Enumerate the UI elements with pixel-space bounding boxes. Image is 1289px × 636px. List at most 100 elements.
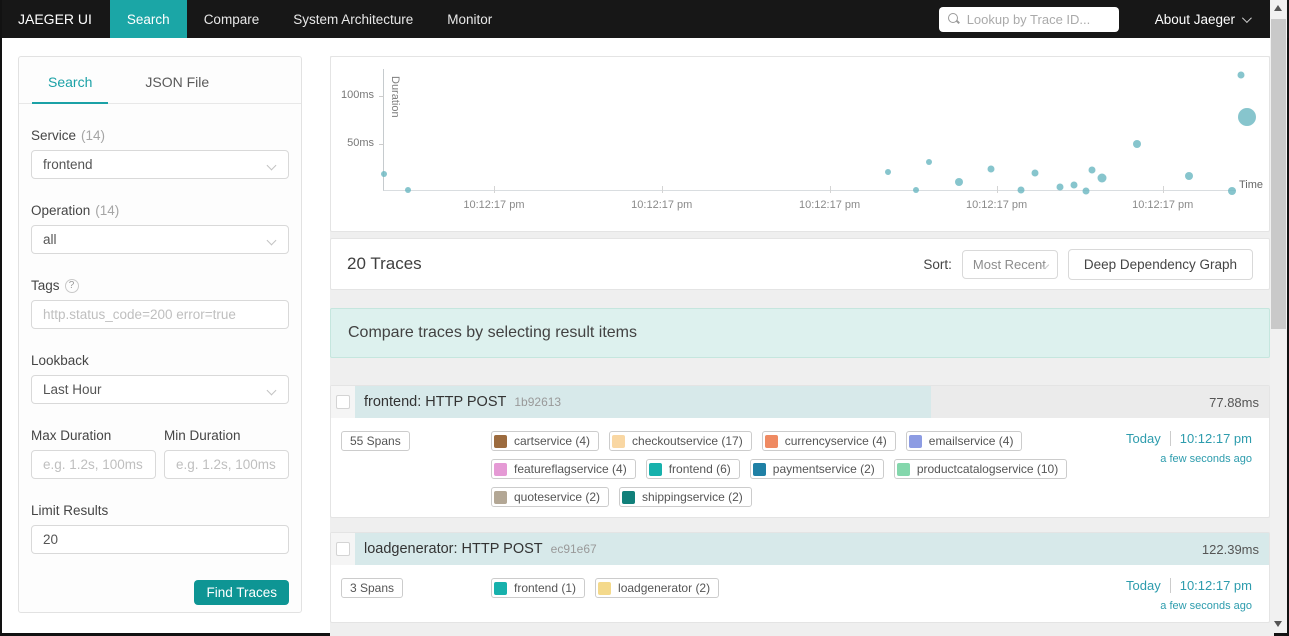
trace-data-point[interactable] — [381, 170, 387, 177]
sort-label: Sort: — [923, 256, 952, 272]
scroll-down-arrow-icon[interactable] — [1274, 621, 1282, 627]
x-tick-label: 10:12:17 pm — [966, 199, 1028, 211]
x-tick-mark — [661, 186, 663, 193]
y-tick-label: 100ms — [340, 89, 374, 101]
trace-data-point[interactable] — [1237, 71, 1245, 79]
vertical-scrollbar[interactable] — [1270, 0, 1287, 633]
deep-dependency-graph-button[interactable]: Deep Dependency Graph — [1067, 248, 1253, 280]
trace-date[interactable]: Today — [1126, 431, 1161, 446]
service-tag-pill[interactable]: loadgenerator (2) — [595, 578, 720, 598]
trace-result-item[interactable]: frontend: HTTP POST 1b92613 77.88ms 55 Span… — [330, 385, 1270, 518]
trace-data-point[interactable] — [1185, 171, 1194, 180]
service-tag-label: featureflagservice (4) — [514, 462, 627, 476]
service-tag-pill[interactable]: checkoutservice (17) — [609, 431, 752, 451]
service-select[interactable]: frontend — [31, 150, 289, 179]
service-tag-label: frontend (6) — [668, 462, 731, 476]
trace-data-point[interactable] — [987, 165, 995, 173]
traces-header-row: 20 Traces Sort: Most Recent Deep Depende… — [330, 238, 1270, 290]
scatter-plot-area: Duration Time 50ms 100ms 10:12:17 pm 10:12:… — [341, 69, 1263, 211]
trace-header[interactable]: frontend: HTTP POST 1b92613 77.88ms — [331, 386, 1269, 418]
trace-lookup-input[interactable] — [938, 6, 1119, 32]
trace-service-operation: loadgenerator: HTTP POST — [364, 541, 543, 557]
trace-data-point[interactable] — [1133, 139, 1142, 148]
service-color-swatch — [896, 462, 910, 476]
spans-column: 3 Spans — [341, 578, 491, 598]
service-tag-pill[interactable]: paymentservice (2) — [749, 459, 884, 479]
compare-banner: Compare traces by selecting result items — [330, 308, 1270, 358]
service-tag-pill[interactable]: shippingservice (2) — [619, 487, 752, 507]
trace-select-checkbox[interactable] — [336, 542, 350, 556]
service-color-swatch — [648, 462, 662, 476]
trace-data-point[interactable] — [1082, 187, 1090, 195]
tags-input[interactable] — [31, 300, 289, 329]
service-tag-pill[interactable]: cartservice (4) — [491, 431, 600, 451]
operation-select[interactable]: all — [31, 225, 289, 254]
nav-item-search[interactable]: Search — [109, 0, 187, 38]
service-tag-pill[interactable]: featureflagservice (4) — [491, 459, 636, 479]
chevron-down-icon — [266, 235, 277, 246]
trace-data-point[interactable] — [926, 158, 933, 165]
trace-date-time: Today 10:12:17 pm — [1126, 578, 1252, 593]
scroll-up-arrow-icon[interactable] — [1274, 5, 1282, 11]
trace-result-item[interactable]: loadgenerator: HTTP POST ec91e67 122.39ms 3… — [330, 532, 1270, 623]
y-tick-label: 50ms — [347, 136, 374, 149]
scrollbar-thumb[interactable] — [1271, 19, 1286, 329]
service-tag-pill[interactable]: emailservice (4) — [905, 431, 1023, 451]
trace-list: frontend: HTTP POST 1b92613 77.88ms 55 Span… — [330, 385, 1274, 636]
trace-time[interactable]: 10:12:17 pm — [1169, 578, 1252, 593]
service-tag-pill[interactable]: frontend (6) — [645, 459, 740, 479]
trace-data-point[interactable] — [1227, 186, 1236, 195]
trace-data-point[interactable] — [1056, 183, 1064, 191]
trace-duration: 122.39ms — [1201, 541, 1259, 557]
service-tag-pill[interactable]: productcatalogservice (10) — [893, 459, 1068, 479]
service-tag-label: shippingservice (2) — [642, 490, 743, 504]
x-tick-label: 10:12:17 pm — [463, 199, 525, 211]
trace-data-point[interactable] — [912, 187, 919, 194]
trace-time[interactable]: 10:12:17 pm — [1169, 431, 1252, 446]
trace-count: 20 Traces — [347, 254, 422, 273]
x-tick-mark — [829, 186, 831, 193]
trace-select-checkbox[interactable] — [336, 395, 350, 409]
trace-data-point[interactable] — [404, 187, 411, 194]
service-tag-label: productcatalogservice (10) — [916, 462, 1059, 476]
limit-results-input[interactable] — [31, 525, 289, 554]
trace-duration: 77.88ms — [1209, 394, 1259, 410]
min-duration-input[interactable] — [164, 450, 289, 479]
operation-label: Operation (14) — [31, 203, 120, 218]
service-count: (14) — [81, 128, 106, 143]
service-tag-pill[interactable]: quoteservice (2) — [491, 487, 610, 507]
about-jaeger-menu[interactable]: About Jaeger — [1154, 11, 1252, 27]
trace-id: ec91e67 — [550, 542, 597, 556]
service-tag-pill[interactable]: currencyservice (4) — [761, 431, 896, 451]
min-duration-label: Min Duration — [164, 428, 241, 443]
trace-data-point[interactable] — [1031, 169, 1039, 177]
lookback-select[interactable]: Last Hour — [31, 375, 289, 404]
nav-item-monitor[interactable]: Monitor — [430, 0, 509, 38]
sort-select[interactable]: Most Recent — [961, 249, 1058, 279]
limit-results-label: Limit Results — [31, 503, 109, 518]
trace-data-point[interactable] — [955, 177, 964, 186]
search-icon — [947, 12, 958, 23]
trace-data-point[interactable] — [1088, 166, 1096, 174]
timestamp-column: Today 10:12:17 pm a few seconds ago — [1126, 431, 1257, 465]
tab-json-file[interactable]: JSON File — [145, 74, 209, 103]
max-duration-input[interactable] — [31, 450, 156, 479]
trace-header[interactable]: loadgenerator: HTTP POST ec91e67 122.39ms — [331, 533, 1269, 565]
span-count-pill: 3 Spans — [341, 578, 404, 598]
chevron-down-icon — [1241, 12, 1252, 23]
nav-item-compare[interactable]: Compare — [187, 0, 277, 38]
find-traces-button[interactable]: Find Traces — [194, 580, 289, 605]
trace-data-point[interactable] — [1238, 108, 1257, 126]
trace-data-point[interactable] — [1070, 181, 1078, 189]
trace-date[interactable]: Today — [1126, 578, 1161, 593]
trace-data-point[interactable] — [1097, 173, 1107, 183]
trace-data-point[interactable] — [885, 169, 892, 175]
trace-date-time: Today 10:12:17 pm — [1126, 431, 1252, 446]
service-tag-label: loadgenerator (2) — [618, 581, 711, 595]
nav-item-system-architecture[interactable]: System Architecture — [276, 0, 430, 38]
about-jaeger-label: About Jaeger — [1154, 11, 1235, 27]
service-tag-pill[interactable]: frontend (1) — [491, 578, 586, 598]
tab-search[interactable]: Search — [31, 74, 109, 104]
help-icon[interactable]: ? — [64, 278, 79, 293]
trace-data-point[interactable] — [1017, 186, 1025, 194]
